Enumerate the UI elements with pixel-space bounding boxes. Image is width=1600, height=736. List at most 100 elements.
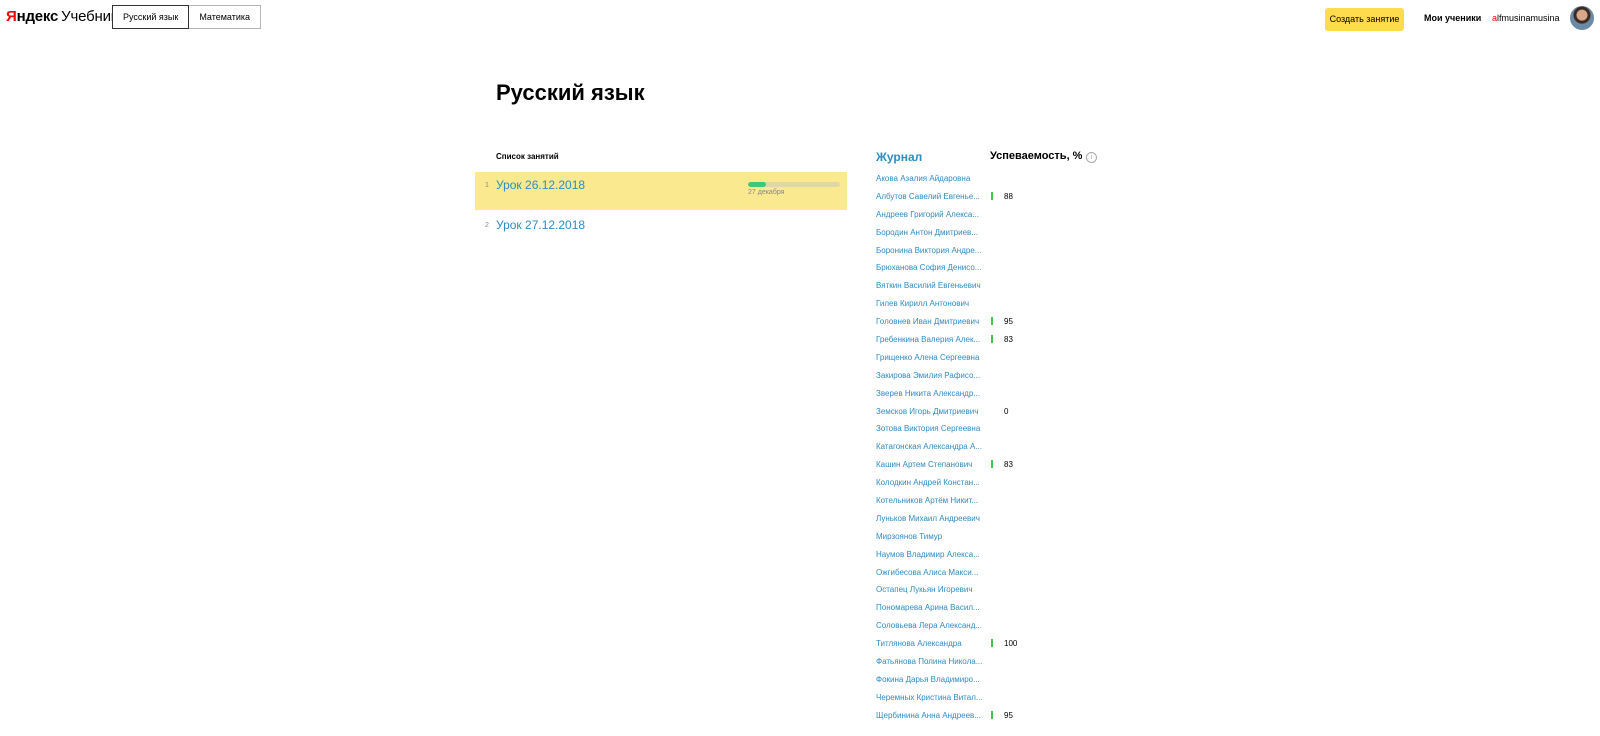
student-name[interactable]: Грищенко Алена Сергеевна bbox=[876, 353, 990, 362]
student-name[interactable]: Гилев Кирилл Антонович bbox=[876, 299, 990, 308]
score-bar bbox=[991, 335, 993, 344]
student-name[interactable]: Луньков Михаил Андреевич bbox=[876, 514, 990, 523]
student-name[interactable]: Боронина Виктория Андре... bbox=[876, 246, 990, 255]
student-row: Щербинина Анна Андреев... 95 bbox=[876, 708, 1136, 726]
student-name[interactable]: Головнев Иван Дмитриевич bbox=[876, 317, 990, 326]
student-row: Фокина Дарья Владимиро... bbox=[876, 672, 1136, 690]
score-bar bbox=[991, 460, 993, 469]
yandex-textbook-logo[interactable]: Яндекс Учебник bbox=[6, 8, 117, 25]
student-row: Котельников Артём Никит... bbox=[876, 493, 1136, 511]
logo-subtitle: Учебник bbox=[61, 8, 118, 25]
info-icon[interactable]: i bbox=[1086, 152, 1097, 163]
student-row: Албутов Савелий Евгенье... 88 bbox=[876, 189, 1136, 207]
student-name[interactable]: Андреев Григорий Алекса... bbox=[876, 210, 990, 219]
tab-math[interactable]: Математика bbox=[189, 5, 262, 29]
student-list: Акова Азалия Айдаровна Албутов Савелий Ев… bbox=[876, 171, 1136, 726]
student-name[interactable]: Брюханова София Денисо... bbox=[876, 263, 990, 272]
performance-header: Успеваемость, % bbox=[990, 150, 1083, 162]
tab-russian[interactable]: Русский язык bbox=[112, 5, 190, 29]
student-row: Грищенко Алена Сергеевна bbox=[876, 350, 1136, 368]
student-name[interactable]: Мирзоянов Тимур bbox=[876, 532, 990, 541]
student-row: Катагонская Александра А... bbox=[876, 439, 1136, 457]
lesson-number: 2 bbox=[485, 222, 489, 229]
student-score: 95 bbox=[1004, 710, 1013, 720]
create-lesson-button[interactable]: Создать занятие bbox=[1325, 8, 1404, 31]
student-score: 95 bbox=[1004, 317, 1013, 327]
student-row: Андреев Григорий Алекса... bbox=[876, 207, 1136, 225]
score-bar bbox=[991, 191, 993, 200]
student-row: Кашин Артем Степанович 83 bbox=[876, 457, 1136, 475]
student-row: Фатьянова Полина Никола... bbox=[876, 654, 1136, 672]
student-row: Брюханова София Денисо... bbox=[876, 260, 1136, 278]
username-link[interactable]: alfmusinamusina bbox=[1492, 13, 1560, 23]
subject-tabs: Русский язык Математика bbox=[112, 5, 262, 29]
score-bar bbox=[991, 710, 993, 719]
student-name[interactable]: Закирова Эмилия Рафисо... bbox=[876, 371, 990, 380]
student-row: Луньков Михаил Андреевич bbox=[876, 511, 1136, 529]
student-name[interactable]: Фатьянова Полина Никола... bbox=[876, 657, 990, 666]
student-score: 0 bbox=[1004, 406, 1009, 416]
lessons-list-header: Список занятий bbox=[496, 152, 559, 161]
student-score: 83 bbox=[1004, 335, 1013, 345]
student-score: 83 bbox=[1004, 460, 1013, 470]
student-row: Головнев Иван Дмитриевич 95 bbox=[876, 314, 1136, 332]
student-row: Акова Азалия Айдаровна bbox=[876, 171, 1136, 189]
student-name[interactable]: Акова Азалия Айдаровна bbox=[876, 174, 990, 183]
student-name[interactable]: Гребенкина Валерия Алек... bbox=[876, 335, 990, 344]
lesson-title[interactable]: Урок 27.12.2018 bbox=[496, 218, 585, 232]
lesson-number: 1 bbox=[485, 182, 489, 189]
student-row: Земсков Игорь Дмитриевич 0 bbox=[876, 404, 1136, 422]
student-name[interactable]: Земсков Игорь Дмитриевич bbox=[876, 407, 990, 416]
student-row: Вяткин Василий Евгеньевич bbox=[876, 278, 1136, 296]
logo-letter: Я bbox=[6, 8, 17, 25]
student-name[interactable]: Кашин Артем Степанович bbox=[876, 460, 990, 469]
my-students-link[interactable]: Мои ученики bbox=[1424, 13, 1481, 23]
student-score: 100 bbox=[1004, 639, 1018, 649]
score-bar bbox=[991, 639, 993, 648]
student-name[interactable]: Остапец Лукьян Игоревич bbox=[876, 585, 990, 594]
student-row: Соловьева Лера Александ... bbox=[876, 618, 1136, 636]
student-name[interactable]: Соловьева Лера Александ... bbox=[876, 621, 990, 630]
student-name[interactable]: Ожгибесова Алиса Макси... bbox=[876, 568, 990, 577]
lesson-title[interactable]: Урок 26.12.2018 bbox=[496, 178, 585, 192]
student-name[interactable]: Катагонская Александра А... bbox=[876, 442, 990, 451]
student-row: Черемных Кристина Витал... bbox=[876, 690, 1136, 708]
student-name[interactable]: Колодкин Андрей Констан... bbox=[876, 478, 990, 487]
student-row: Наумов Владимир Алекса... bbox=[876, 547, 1136, 565]
journal-link[interactable]: Журнал bbox=[876, 150, 922, 164]
student-name[interactable]: Фокина Дарья Владимиро... bbox=[876, 675, 990, 684]
student-name[interactable]: Черемных Кристина Витал... bbox=[876, 693, 990, 702]
student-row: Пономарева Арина Васил... bbox=[876, 600, 1136, 618]
student-name[interactable]: Котельников Артём Никит... bbox=[876, 496, 990, 505]
score-bar bbox=[991, 317, 993, 326]
student-score: 88 bbox=[1004, 191, 1013, 201]
student-name[interactable]: Щербинина Анна Андреев... bbox=[876, 711, 990, 720]
student-name[interactable]: Зверев Никита Александр... bbox=[876, 389, 990, 398]
logo-word: ндекс bbox=[16, 8, 59, 25]
student-row: Колодкин Андрей Констан... bbox=[876, 475, 1136, 493]
student-row: Мирзоянов Тимур bbox=[876, 529, 1136, 547]
lesson-item[interactable]: 2 Урок 27.12.2018 bbox=[475, 212, 847, 250]
username-rest: lfmusinamusina bbox=[1497, 13, 1560, 23]
student-row: Гилев Кирилл Антонович bbox=[876, 296, 1136, 314]
student-row: Закирова Эмилия Рафисо... bbox=[876, 368, 1136, 386]
lesson-date: 27 декабря bbox=[748, 189, 785, 196]
lesson-progress-bar bbox=[748, 182, 840, 187]
avatar[interactable] bbox=[1570, 6, 1594, 30]
student-row: Остапец Лукьян Игоревич bbox=[876, 582, 1136, 600]
page-title: Русский язык bbox=[496, 80, 645, 105]
student-row: Бородин Антон Дмитриев... bbox=[876, 225, 1136, 243]
student-row: Гребенкина Валерия Алек... 83 bbox=[876, 332, 1136, 350]
student-name[interactable]: Бородин Антон Дмитриев... bbox=[876, 228, 990, 237]
lesson-item[interactable]: 1 Урок 26.12.2018 27 декабря bbox=[475, 172, 847, 210]
student-name[interactable]: Титлянова Александра bbox=[876, 639, 990, 648]
student-row: Ожгибесова Алиса Макси... bbox=[876, 565, 1136, 583]
student-name[interactable]: Зотова Виктория Сергеевна bbox=[876, 424, 990, 433]
student-name[interactable]: Наумов Владимир Алекса... bbox=[876, 550, 990, 559]
top-bar: Яндекс Учебник Русский язык Математика Со… bbox=[0, 0, 1600, 36]
student-name[interactable]: Пономарева Арина Васил... bbox=[876, 603, 990, 612]
student-row: Боронина Виктория Андре... bbox=[876, 243, 1136, 261]
lesson-progress-fill bbox=[748, 182, 767, 187]
student-name[interactable]: Албутов Савелий Евгенье... bbox=[876, 192, 990, 201]
student-name[interactable]: Вяткин Василий Евгеньевич bbox=[876, 281, 990, 290]
